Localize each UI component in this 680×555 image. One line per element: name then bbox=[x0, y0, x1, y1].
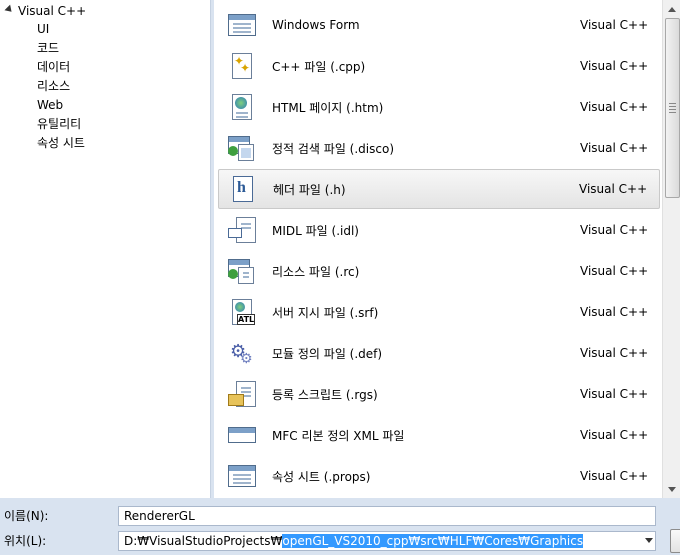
ribbon-xml-icon bbox=[228, 421, 256, 449]
template-name: C++ 파일 (.cpp) bbox=[272, 59, 366, 74]
template-row[interactable]: 등록 스크립트 (.rgs) Visual C++ bbox=[218, 374, 660, 414]
template-language: Visual C++ bbox=[580, 305, 649, 319]
template-name: 서버 지시 파일 (.srf) bbox=[272, 305, 379, 320]
windows-form-icon bbox=[228, 11, 256, 39]
template-row[interactable]: h 헤더 파일 (.h) Visual C++ bbox=[218, 169, 660, 209]
props-file-icon bbox=[228, 462, 256, 490]
header-file-icon: h bbox=[229, 175, 257, 203]
template-row[interactable]: ⚙ ⚙ 모듈 정의 파일 (.def) Visual C++ bbox=[218, 333, 660, 373]
template-language: Visual C++ bbox=[580, 59, 649, 73]
template-row[interactable]: 속성 시트 (.props) Visual C++ bbox=[218, 456, 660, 496]
cpp-file-icon: ✦ ✦ bbox=[228, 52, 256, 80]
template-row[interactable]: MFC 리본 정의 XML 파일 Visual C++ bbox=[218, 415, 660, 455]
template-language: Visual C++ bbox=[580, 141, 649, 155]
srf-file-icon: ATL bbox=[228, 298, 256, 326]
template-name: 리소스 파일 (.rc) bbox=[272, 264, 360, 279]
rgs-file-icon bbox=[228, 380, 256, 408]
template-language: Visual C++ bbox=[580, 264, 649, 278]
def-file-icon: ⚙ ⚙ bbox=[230, 341, 253, 367]
template-row[interactable]: MIDL 파일 (.idl) Visual C++ bbox=[218, 210, 660, 250]
scroll-down-button[interactable] bbox=[664, 481, 680, 497]
html-page-icon bbox=[228, 93, 256, 121]
template-name: MIDL 파일 (.idl) bbox=[272, 223, 359, 238]
template-language: Visual C++ bbox=[580, 18, 649, 32]
arrow-down-icon bbox=[668, 486, 676, 492]
template-name: MFC 리본 정의 XML 파일 bbox=[272, 428, 405, 443]
template-language: Visual C++ bbox=[580, 469, 649, 483]
dropdown-arrow-icon[interactable] bbox=[645, 538, 653, 543]
tree-item-utility[interactable]: 유틸리티 bbox=[37, 115, 81, 133]
name-input-value: RendererGL bbox=[124, 509, 195, 523]
scroll-up-button[interactable] bbox=[664, 1, 680, 17]
template-row[interactable]: 리소스 파일 (.rc) Visual C++ bbox=[218, 251, 660, 291]
template-list: Windows Form Visual C++ ✦ ✦ C++ 파일 (.cpp) Vis… bbox=[214, 0, 662, 498]
template-language: Visual C++ bbox=[580, 223, 649, 237]
location-combobox[interactable]: D:₩VisualStudioProjects₩openGL_VS2010_cp… bbox=[118, 531, 656, 551]
template-name: 정적 검색 파일 (.disco) bbox=[272, 141, 395, 156]
tree-item-web[interactable]: Web bbox=[37, 96, 63, 114]
template-name: 모듈 정의 파일 (.def) bbox=[272, 346, 383, 361]
template-language: Visual C++ bbox=[579, 182, 648, 196]
location-prefix: D:₩VisualStudioProjects₩ bbox=[124, 534, 283, 548]
template-name: 속성 시트 (.props) bbox=[272, 469, 371, 484]
tree-item-ui[interactable]: UI bbox=[37, 20, 49, 38]
template-list-scrollbar[interactable] bbox=[662, 0, 680, 498]
tree-item-resource[interactable]: 리소스 bbox=[37, 77, 70, 95]
template-name: 등록 스크립트 (.rgs) bbox=[272, 387, 378, 402]
location-selected-text: openGL_VS2010_cpp₩src₩HLF₩Cores₩Graphics bbox=[282, 534, 584, 548]
category-tree: Visual C++ UI 코드 데이터 리소스 Web 유틸리티 속성 시트 bbox=[0, 0, 211, 498]
template-language: Visual C++ bbox=[580, 428, 649, 442]
tree-item-data[interactable]: 데이터 bbox=[37, 58, 70, 76]
name-input[interactable]: RendererGL bbox=[118, 506, 656, 526]
tree-item-property-sheet[interactable]: 속성 시트 bbox=[37, 134, 85, 152]
midl-file-icon bbox=[228, 216, 256, 244]
browse-button[interactable] bbox=[670, 529, 680, 553]
resource-file-icon bbox=[228, 257, 256, 285]
tree-item-code[interactable]: 코드 bbox=[37, 39, 59, 57]
expand-arrow-icon[interactable] bbox=[4, 4, 15, 15]
template-row[interactable]: ✦ ✦ C++ 파일 (.cpp) Visual C++ bbox=[218, 46, 660, 86]
tree-root-visual-cpp[interactable]: Visual C++ bbox=[4, 3, 86, 19]
template-name: 헤더 파일 (.h) bbox=[273, 182, 346, 197]
template-language: Visual C++ bbox=[580, 100, 649, 114]
location-label: 위치(L): bbox=[4, 534, 47, 548]
template-row[interactable]: ATL 서버 지시 파일 (.srf) Visual C++ bbox=[218, 292, 660, 332]
template-row[interactable]: Windows Form Visual C++ bbox=[218, 5, 660, 45]
name-label: 이름(N): bbox=[4, 509, 49, 523]
tree-root-label: Visual C++ bbox=[18, 4, 87, 18]
scroll-thumb[interactable] bbox=[665, 18, 680, 198]
template-row[interactable]: 정적 검색 파일 (.disco) Visual C++ bbox=[218, 128, 660, 168]
template-language: Visual C++ bbox=[580, 387, 649, 401]
arrow-up-icon bbox=[668, 6, 676, 12]
template-row[interactable]: HTML 페이지 (.htm) Visual C++ bbox=[218, 87, 660, 127]
disco-file-icon bbox=[228, 134, 256, 162]
template-name: HTML 페이지 (.htm) bbox=[272, 100, 384, 115]
template-language: Visual C++ bbox=[580, 346, 649, 360]
template-name: Windows Form bbox=[272, 18, 360, 32]
